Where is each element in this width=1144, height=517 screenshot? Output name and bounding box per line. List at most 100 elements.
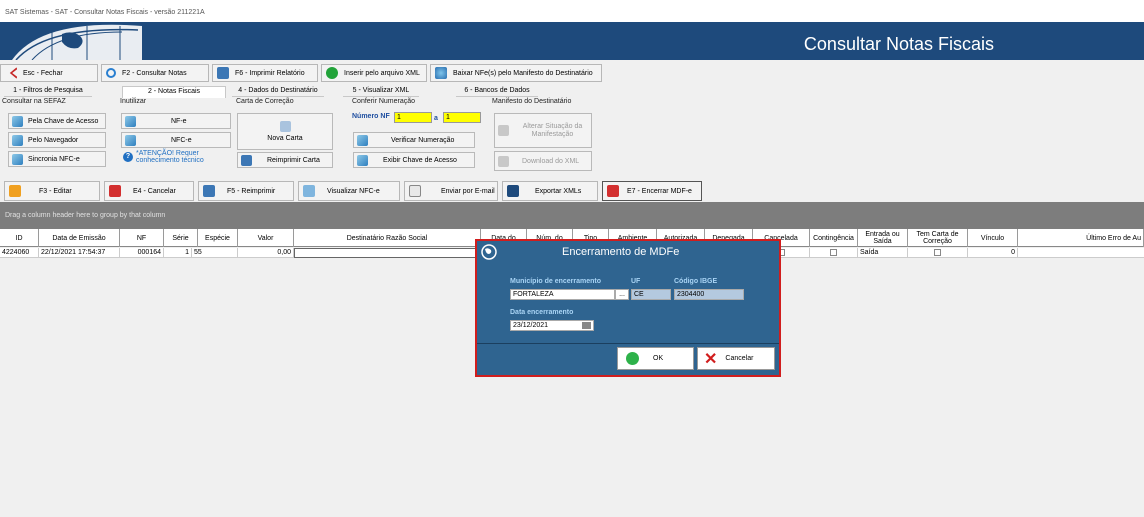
insert-xml-button[interactable]: Inserir pelo arquivo XML [321,64,427,82]
ok-button[interactable]: OK [617,347,694,370]
sefaz-navegador-button[interactable]: Pelo Navegador [8,132,106,148]
enviar-email-label: Enviar por E-mail [441,187,495,195]
column-header[interactable]: Espécie [198,229,238,247]
numero-nf-label: Número NF [352,113,390,120]
cancelar-nota-button[interactable]: E4 - Cancelar [104,181,194,201]
nf-from-input[interactable]: 1 [394,112,432,123]
nf-to-input[interactable]: 1 [443,112,481,123]
tab-bancos-dados[interactable]: 6 - Bancos de Dados [456,86,538,97]
column-header[interactable]: Destinatário Razão Social [294,229,481,247]
edit-icon [9,185,21,197]
page-title: Consultar Notas Fiscais [803,34,994,54]
inutilizar-nfce-label: NFC-e [171,136,192,144]
alterar-manifestacao-button[interactable]: Alterar Situação da Manifestação [494,113,592,148]
editar-button[interactable]: F3 - Editar [4,181,100,201]
ok-label: OK [653,355,664,362]
editar-label: F3 - Editar [39,187,72,195]
exibir-chave-button[interactable]: Exibir Chave de Acesso [353,152,475,168]
group-by-panel[interactable]: Drag a column header here to group by th… [0,202,1144,229]
reimprimir-carta-button[interactable]: Reimprimir Carta [237,152,333,168]
column-header[interactable]: Entrada ou Saída [858,229,908,247]
exportar-xml-button[interactable]: Exportar XMLs [502,181,598,201]
exportar-xml-label: Exportar XMLs [535,187,582,195]
printer-icon [203,185,215,197]
edit-icon [498,125,509,136]
encerramento-mdfe-dialog: Encerramento de MDFe Município de encerr… [475,239,781,377]
view-icon [303,185,315,197]
data-encerramento-field[interactable]: 23/12/2021 [510,320,594,331]
dialog-title: Encerramento de MDFe [562,246,680,258]
column-header[interactable]: Contingência [810,229,858,247]
column-header[interactable]: Data de Emissão [39,229,120,247]
encerrar-mdfe-button[interactable]: E7 - Encerrar MDF-e [602,181,702,201]
reimprimir-button[interactable]: F5 - Reimprimir [198,181,294,201]
download-xml-button[interactable]: Download do XML [494,151,592,171]
app-header: Consultar Notas Fiscais [0,22,1144,60]
uf-field: CE [631,289,671,300]
download-manifest-button[interactable]: Baixar NFe(s) pelo Manifesto do Destinat… [430,64,602,82]
inutilizar-nfe-button[interactable]: NF-e [121,113,231,129]
inutilizar-nfce-button[interactable]: NFC-e [121,132,231,148]
municipio-field[interactable]: FORTALEZA [510,289,615,300]
search-notes-button[interactable]: F2 - Consultar Notas [101,64,209,82]
column-header[interactable]: NF [120,229,164,247]
cell-nf: 000164 [120,248,164,258]
cell-serie: 1 [164,248,192,258]
column-header[interactable]: ID [0,229,39,247]
globe-icon [357,154,368,166]
enviar-email-button[interactable]: Enviar por E-mail [404,181,498,201]
cancelar-nota-label: E4 - Cancelar [133,187,176,195]
save-icon [507,185,519,197]
cancel-label: Cancelar [725,355,754,362]
tab-filtros[interactable]: 1 - Filtros de Pesquisa [4,86,92,97]
checkbox [830,248,837,256]
column-header[interactable]: Tem Carta de Correção [908,229,968,247]
verificar-numeracao-button[interactable]: Verificar Numeração [353,132,475,148]
sefaz-sincronia-label: Sincronia NFC-e [28,155,80,163]
cell-carta-correcao [908,248,968,258]
globe-icon [125,115,136,127]
column-header[interactable]: Valor [238,229,294,247]
dialog-divider [477,343,779,344]
tab-visualizar-xml[interactable]: 5 - Visualizar XML [343,86,419,97]
column-header[interactable]: Último Erro de Au [1018,229,1144,247]
alterar-manifestacao-label: Alterar Situação da Manifestação [522,122,583,138]
checkbox [934,248,941,256]
group-sefaz-title: Consultar na SEFAZ [2,98,66,105]
visualizar-nfce-button[interactable]: Visualizar NFC-e [298,181,400,201]
cancel-icon [109,185,121,197]
calendar-icon[interactable] [582,322,591,329]
close-icon [9,67,17,79]
print-report-button[interactable]: F6 - Imprimir Relatório [212,64,318,82]
sefaz-chave-button[interactable]: Pela Chave de Acesso [8,113,106,129]
nova-carta-button[interactable]: Nova Carta [237,113,333,150]
globe-icon [435,67,447,79]
ibge-label: Código IBGE [674,278,718,285]
cell-data-emissao: 22/12/2021 17:54:37 [39,248,120,258]
document-icon [279,121,291,132]
nf-range-separator: a [434,115,438,122]
window-title: SAT Sistemas - SAT - Consultar Notas Fis… [0,0,1144,22]
verificar-numeracao-label: Verificar Numeração [391,136,455,144]
municipio-lookup-button[interactable]: ... [615,289,629,300]
group-conferir-title: Conferir Numeração [352,98,416,105]
ibge-field: 2304400 [674,289,744,300]
insert-xml-label: Inserir pelo arquivo XML [344,69,420,77]
cancel-button[interactable]: ✕ Cancelar [697,347,775,370]
tab-notas-fiscais[interactable]: 2 - Notas Fiscais [122,86,226,98]
sefaz-sincronia-button[interactable]: Sincronia NFC-e [8,151,106,167]
column-header[interactable]: Vínculo [968,229,1018,247]
print-report-label: F6 - Imprimir Relatório [235,69,305,77]
exibir-chave-label: Exibir Chave de Acesso [383,156,457,164]
globe-logo-icon [12,24,142,60]
globe-icon [357,134,368,146]
tab-destinatario[interactable]: 4 - Dados do Destinatário [232,86,324,97]
search-icon [106,68,116,78]
cell-especie: 55 [192,248,238,258]
close-button[interactable]: Esc - Fechar [0,64,98,82]
add-icon [326,67,338,79]
column-header[interactable]: Série [164,229,198,247]
inutilizar-nfe-label: NF-e [171,117,187,125]
globe-icon [12,153,23,165]
cell-destinatario[interactable] [294,248,481,258]
